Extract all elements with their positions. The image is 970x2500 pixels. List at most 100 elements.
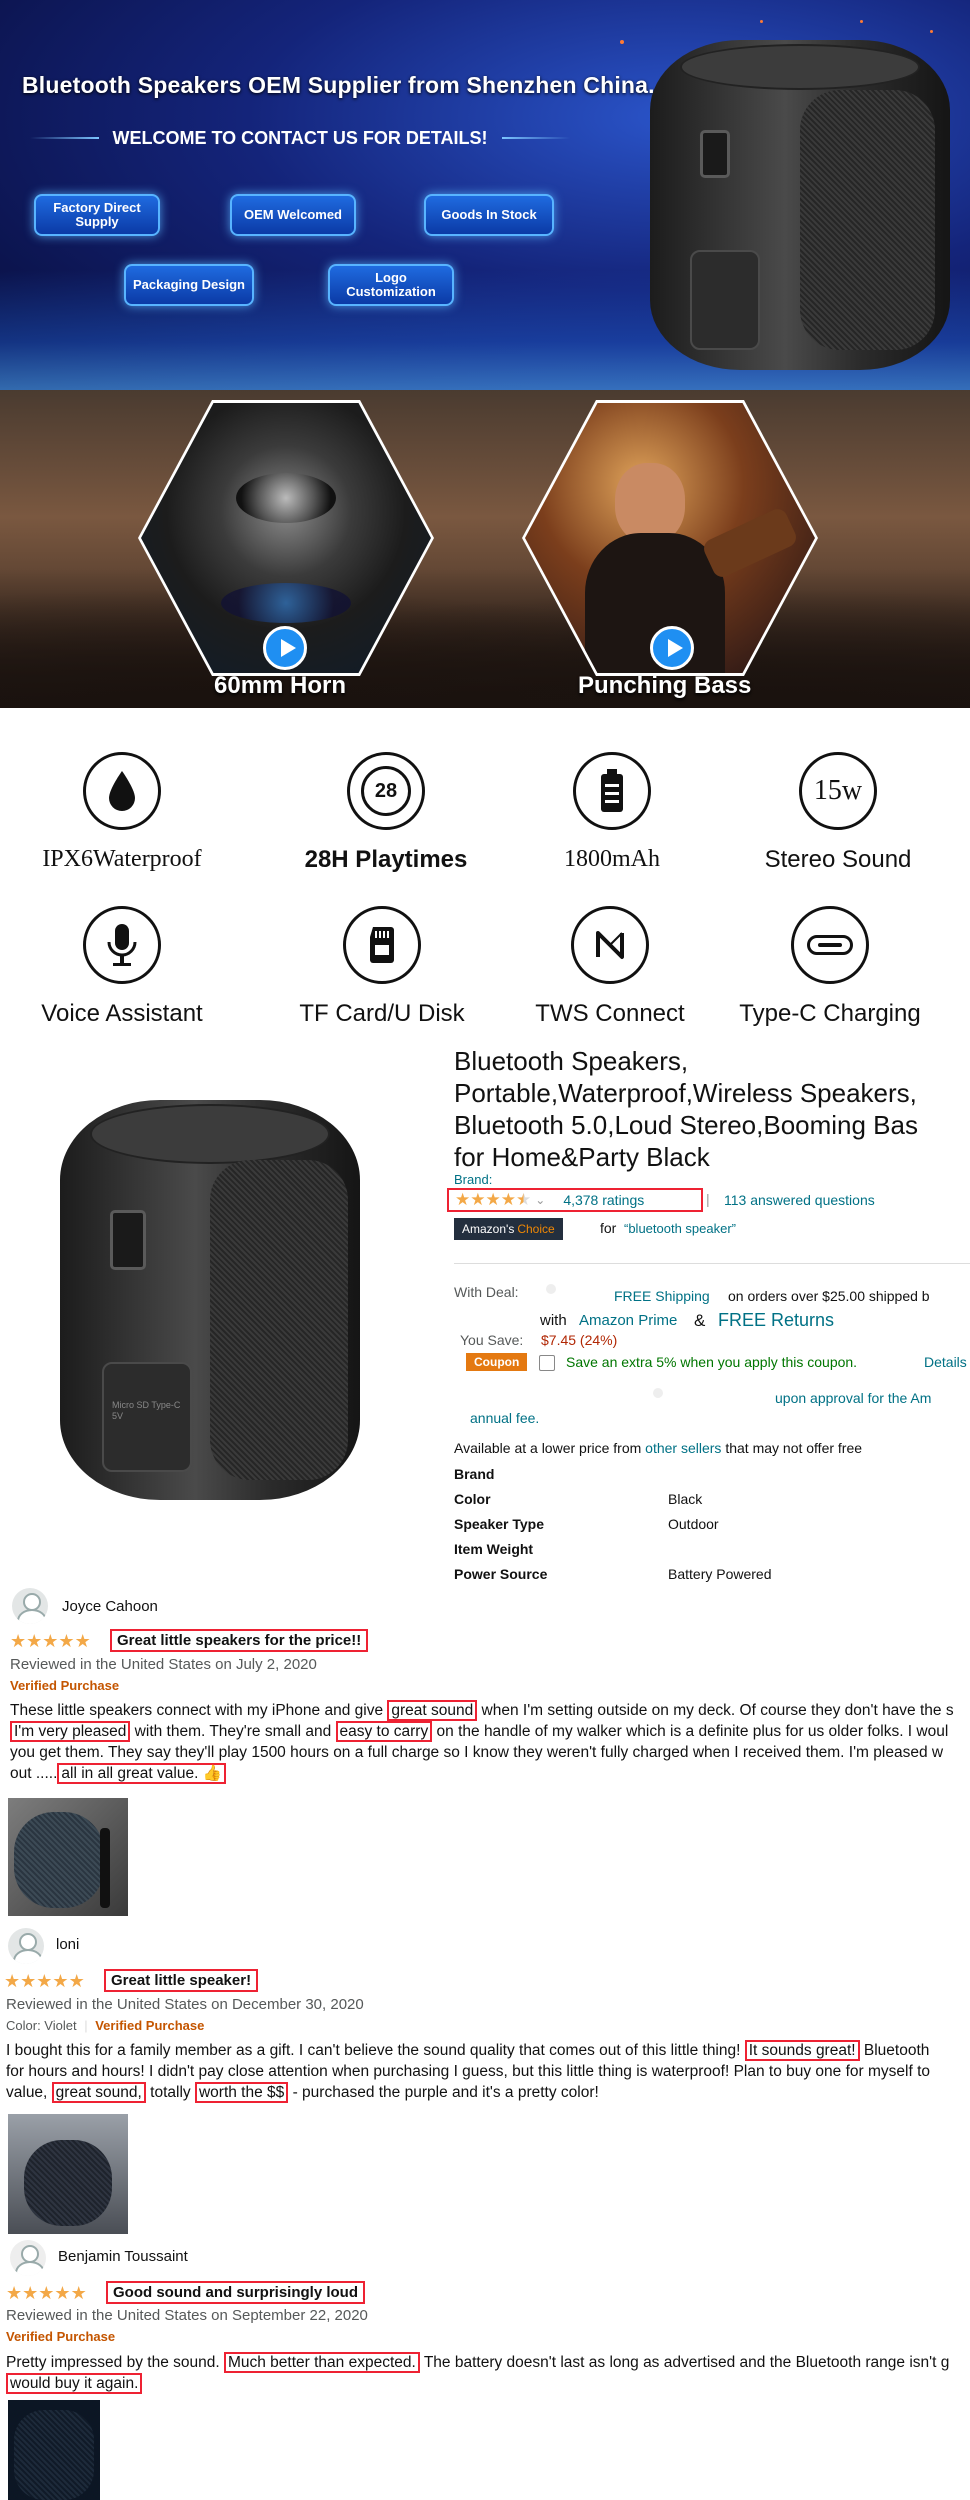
brand-link[interactable]: Brand: [454, 1172, 492, 1187]
review-title[interactable]: Great little speaker! [104, 1969, 259, 1992]
feature-label: 1800mAh [564, 846, 660, 872]
review-stars-icon[interactable]: ★★★★★ [6, 2284, 87, 2304]
rating-divider: | [706, 1191, 710, 1207]
horn-play-icon[interactable] [263, 626, 307, 670]
reviewer-avatar[interactable] [12, 1588, 48, 1624]
lower-price-part: Available at a lower price from [454, 1440, 642, 1456]
spec-key: Color [454, 1491, 491, 1507]
review-line: you get them. They say they'll play 1500… [10, 1742, 954, 1763]
free-shipping-link[interactable]: FREE Shipping [614, 1288, 710, 1304]
spec-value: Black [668, 1491, 703, 1507]
amazons-choice-badge: Amazon's Choice [454, 1218, 563, 1240]
review-line: I bought this for a family member as a g… [6, 2040, 930, 2061]
review-variant-row: Color: Violet | Verified Purchase [6, 2018, 205, 2033]
highlighted-phrase: great sound [387, 1700, 478, 1721]
choice-query-link[interactable]: “bluetooth speaker” [624, 1221, 736, 1236]
review-photo[interactable] [8, 1798, 128, 1916]
amazon-prime-link[interactable]: Amazon Prime [579, 1312, 677, 1329]
spec-value: Battery Powered [668, 1566, 772, 1582]
review-photo[interactable] [8, 2400, 100, 2500]
star-icon: ★ [485, 1189, 501, 1209]
feature-label: TF Card/U Disk [299, 1000, 465, 1027]
star-icon: ★ [54, 2283, 71, 2303]
review-line: I'm very pleased with them. They're smal… [10, 1721, 954, 1742]
price-divider [454, 1263, 970, 1264]
spec-key: Speaker Type [454, 1516, 545, 1532]
title-line: Bluetooth 5.0,Loud Stereo,Booming Bas [454, 1110, 918, 1140]
free-returns-link[interactable]: FREE Returns [718, 1310, 834, 1331]
feature-photo-strip: 60mm Horn Punching Bass [0, 390, 970, 708]
review-text: for hours and hours! I didn't pay close … [6, 2063, 931, 2080]
other-sellers-link[interactable]: other sellers [645, 1440, 721, 1456]
rating-stars-icon[interactable]: ★★★★★ [455, 1189, 531, 1210]
15w-icon: 15w [799, 752, 877, 830]
review-line: value, great sound, totally worth the $$… [6, 2082, 930, 2103]
review-title[interactable]: Great little speakers for the price!! [110, 1629, 369, 1652]
choice-for-text: for [600, 1220, 617, 1236]
highlighted-phrase: worth the $$ [194, 2082, 289, 2103]
choice-badge-accent: Choice [517, 1222, 555, 1236]
star-icon: ★ [470, 1189, 486, 1209]
review-line: would buy it again. [6, 2373, 949, 2394]
spec-key: Brand [454, 1466, 495, 1482]
review-line: for hours and hours! I didn't pay close … [6, 2061, 930, 2082]
reviewer-name[interactable]: Benjamin Toussaint [58, 2248, 188, 2265]
bass-label: Punching Bass [578, 672, 752, 699]
feature-label: Voice Assistant [41, 1000, 203, 1027]
star-icon: ★ [26, 1631, 43, 1651]
review-body: Pretty impressed by the sound. Much bett… [6, 2352, 949, 2394]
coupon-details-link[interactable]: Details [924, 1354, 967, 1370]
review-text: The battery doesn't last as long as adve… [419, 2354, 950, 2371]
coupon-text: Save an extra 5% when you apply this cou… [566, 1354, 858, 1370]
verified-purchase: Verified Purchase [10, 1678, 120, 1693]
coupon-checkbox[interactable] [539, 1355, 555, 1371]
review-body: I bought this for a family member as a g… [6, 2040, 930, 2103]
review-text: out ..... [10, 1765, 58, 1782]
review-text: value, [6, 2084, 52, 2101]
reviewer-name[interactable]: loni [56, 1936, 79, 1953]
feature-label: 28H Playtimes [304, 846, 468, 873]
ratings-count-link[interactable]: 4,378 ratings [563, 1192, 644, 1208]
reviewer-avatar[interactable] [8, 1928, 44, 1964]
reviewer-avatar[interactable] [10, 2240, 46, 2276]
you-save-label: You Save: [460, 1332, 524, 1348]
review-stars-icon[interactable]: ★★★★★ [10, 1632, 91, 1652]
review-title[interactable]: Good sound and surprisingly loud [106, 2281, 365, 2304]
28-hour-clock-icon: 28 [347, 752, 425, 830]
answered-questions-link[interactable]: 113 answered questions [724, 1192, 875, 1208]
pill-factory-direct: Factory Direct Supply [34, 194, 160, 236]
bass-play-icon[interactable] [650, 626, 694, 670]
banner-title: Bluetooth Speakers OEM Supplier from She… [22, 72, 655, 98]
review-text: These little speakers connect with my iP… [10, 1702, 388, 1719]
pill-goods-in-stock: Goods In Stock [424, 194, 554, 236]
review-date: Reviewed in the United States on July 2,… [10, 1656, 317, 1673]
highlighted-phrase: would buy it again. [6, 2373, 143, 2394]
review-photo[interactable] [8, 2114, 128, 2234]
review-date: Reviewed in the United States on Decembe… [6, 1996, 364, 2013]
review-stars-icon[interactable]: ★★★★★ [4, 1972, 85, 1992]
verified-purchase: Verified Purchase [95, 2018, 205, 2033]
reviewer-name[interactable]: Joyce Cahoon [62, 1598, 158, 1615]
review-line: Pretty impressed by the sound. Much bett… [6, 2352, 949, 2373]
rating-caret-icon[interactable]: ⌄ [535, 1193, 545, 1207]
clock-number: 28 [361, 766, 411, 816]
loading-dot [546, 1284, 556, 1294]
battery-icon [573, 752, 651, 830]
feature-tf-card: TF Card/U Disk [282, 906, 482, 1028]
verified-purchase: Verified Purchase [6, 2329, 116, 2344]
review-line: These little speakers connect with my iP… [10, 1700, 954, 1721]
star-icon: ★ [4, 1971, 21, 1991]
banner-subtitle-row: WELCOME TO CONTACT US FOR DETAILS! [30, 124, 571, 152]
review-text: Pretty impressed by the sound. [6, 2354, 224, 2371]
feature-playtime: 28 28H Playtimes [286, 752, 486, 874]
star-icon: ★ [10, 1631, 27, 1651]
ratings-highlight: ★★★★★ ⌄ 4,378 ratings [447, 1188, 703, 1212]
star-icon: ★ [455, 1189, 471, 1209]
review-line: out ..... all in all great value. 👍 [10, 1763, 954, 1784]
highlighted-phrase: I'm very pleased [10, 1721, 131, 1742]
product-image[interactable]: Micro SD Type-C 5V [60, 1100, 360, 1500]
review-text: totally [145, 2084, 195, 2101]
feature-label: Stereo Sound [764, 846, 912, 873]
feature-type-c: Type-C Charging [730, 906, 930, 1028]
star-icon: ★ [42, 1631, 59, 1651]
